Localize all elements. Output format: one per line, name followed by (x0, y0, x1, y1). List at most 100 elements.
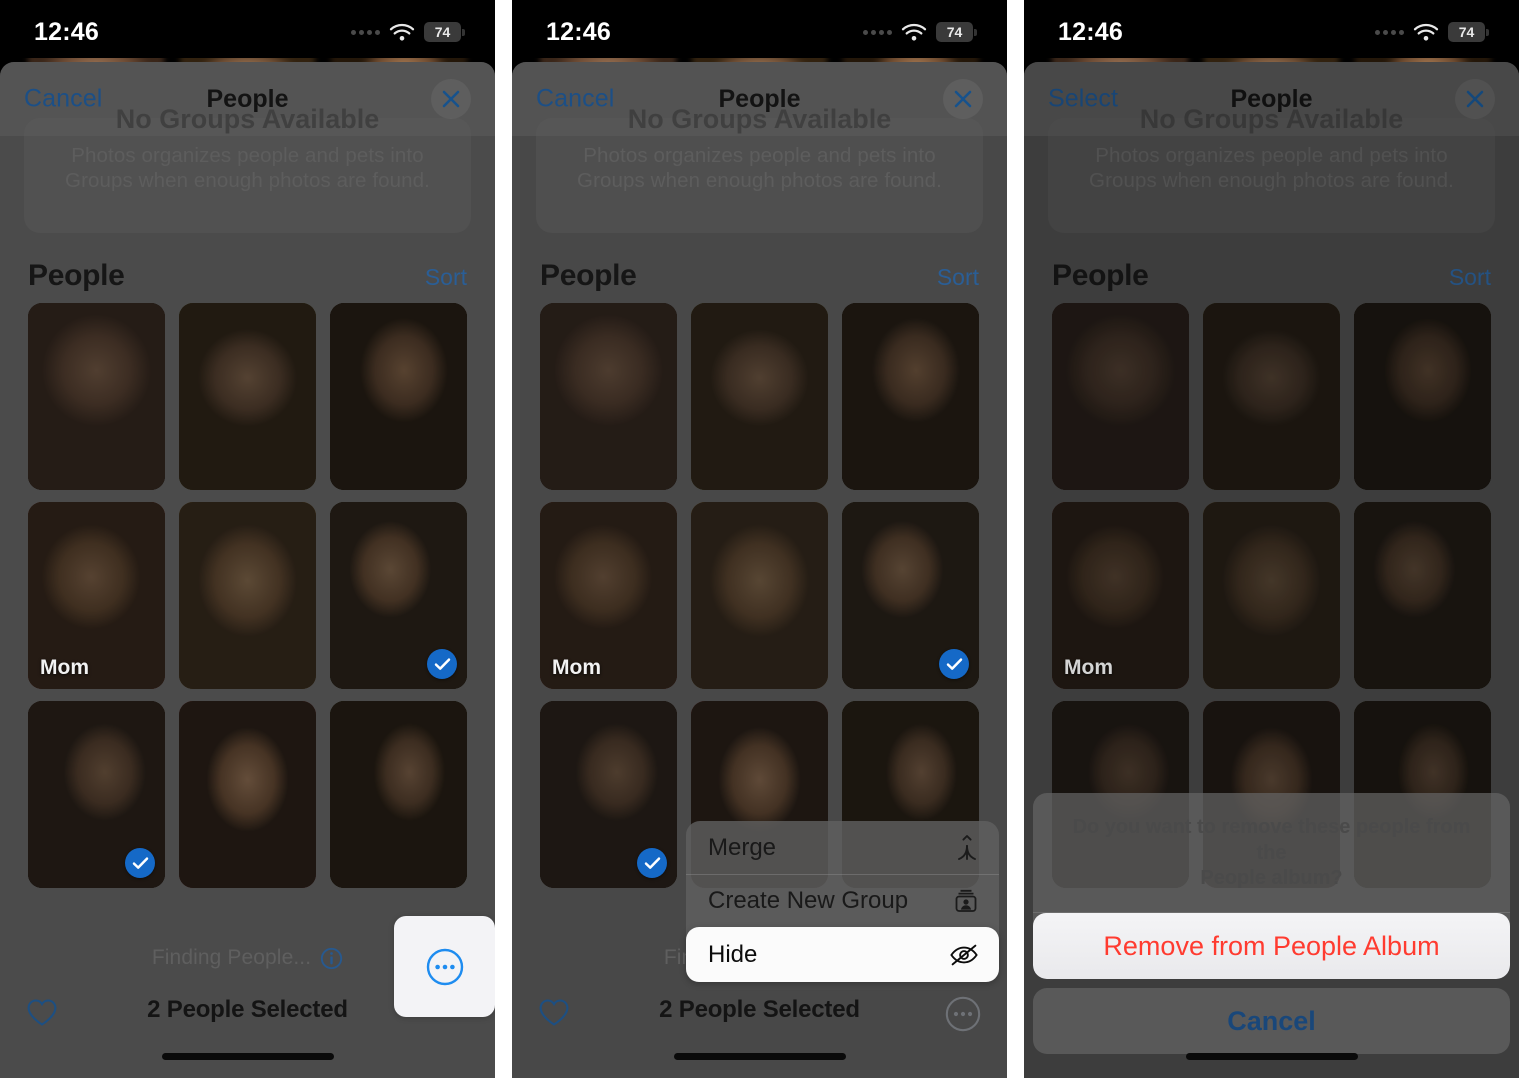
close-x-icon[interactable] (431, 79, 471, 119)
sheet-title: People (718, 84, 801, 113)
people-section-header: People Sort (512, 233, 1007, 303)
status-bar: 12:46 74 (0, 0, 495, 58)
person-cell[interactable] (28, 303, 165, 491)
person-cell[interactable] (540, 701, 677, 889)
more-ellipsis-circle-icon[interactable] (943, 994, 983, 1034)
sort-button[interactable]: Sort (937, 264, 979, 291)
cellular-signal-icon (351, 29, 380, 35)
person-cell[interactable] (28, 701, 165, 889)
cancel-button[interactable]: Cancel (536, 85, 614, 114)
no-groups-subtitle-line1: Photos organizes people and pets into (583, 144, 936, 167)
selection-count-label: 2 People Selected (659, 996, 860, 1023)
home-indicator (673, 1053, 846, 1060)
no-groups-subtitle-line2: Groups when enough photos are found. (65, 169, 430, 192)
people-section-title: People (540, 259, 637, 292)
battery-indicator: 74 (424, 22, 465, 42)
menu-item-label: Merge (708, 833, 777, 861)
menu-item-merge[interactable]: Merge (686, 821, 999, 874)
panel-1: 12:46 74 Cancel People Photos organizes … (0, 0, 495, 1078)
status-bar-time: 12:46 (546, 17, 611, 46)
selected-checkmark-icon (637, 848, 667, 879)
battery-level: 74 (946, 24, 963, 40)
status-bar-indicators: 74 (351, 16, 465, 42)
selection-toolbar: 2 People Selected (0, 916, 495, 1078)
remove-people-action-sheet: Do you want to remove these people from … (1033, 793, 1510, 1054)
panel-divider (495, 0, 512, 1078)
sheet-navigation-bar: Cancel People (512, 62, 1007, 136)
person-cell[interactable] (842, 303, 979, 491)
remove-from-people-album-button[interactable]: Remove from People Album (1033, 913, 1510, 979)
action-sheet-message: Do you want to remove these people from … (1033, 793, 1510, 913)
person-cell[interactable] (179, 303, 316, 491)
action-sheet-message-line2: People album? (1200, 867, 1343, 890)
cellular-signal-icon (863, 29, 892, 35)
person-cell[interactable] (540, 303, 677, 491)
selected-checkmark-icon (427, 649, 457, 680)
people-grid: Mom (512, 303, 1007, 889)
action-sheet-message-line1: Do you want to remove these people from … (1072, 816, 1471, 864)
person-cell[interactable] (330, 502, 467, 690)
panel-2: 12:46 74 Cancel People Photos organizes … (512, 0, 1007, 1078)
merge-arrow-icon (955, 834, 979, 861)
three-panel-screenshot: 12:46 74 Cancel People Photos organizes … (0, 0, 1524, 1078)
person-cell[interactable] (691, 303, 828, 491)
sheet-title: People (206, 84, 289, 113)
battery-indicator: 74 (1448, 22, 1489, 42)
battery-level: 74 (1458, 24, 1475, 40)
no-groups-subtitle-line1: Photos organizes people and pets into (71, 144, 424, 167)
person-cell[interactable] (842, 502, 979, 690)
menu-item-hide[interactable]: Hide (686, 927, 999, 982)
battery-level: 74 (434, 24, 451, 40)
sheet-navigation-bar: Cancel People (0, 62, 495, 136)
heart-icon[interactable] (538, 998, 570, 1032)
battery-indicator: 74 (936, 22, 977, 42)
status-bar: 12:46 74 (1024, 0, 1519, 58)
people-section-header: People Sort (0, 233, 495, 303)
context-menu: Merge Create New Group Hide (686, 821, 999, 982)
no-groups-subtitle-line2: Groups when enough photos are found. (577, 169, 942, 192)
cancel-button[interactable]: Cancel (24, 85, 102, 114)
menu-item-label: Create New Group (708, 887, 909, 914)
action-sheet-group: Do you want to remove these people from … (1033, 793, 1510, 979)
person-in-box-icon (953, 888, 979, 914)
people-grid: Mom (0, 303, 495, 889)
person-cell[interactable]: Mom (28, 502, 165, 690)
wifi-icon (389, 23, 415, 42)
person-cell[interactable] (691, 502, 828, 690)
person-cell[interactable] (179, 502, 316, 690)
eye-slash-icon (949, 943, 979, 967)
people-sheet: Select People No Groups Available Photos… (1024, 62, 1519, 1078)
person-name-label: Mom (552, 656, 601, 680)
person-cell[interactable] (330, 701, 467, 889)
panel-divider (1007, 0, 1024, 1078)
cellular-signal-icon (1375, 29, 1404, 35)
status-bar-indicators: 74 (1375, 16, 1489, 42)
status-bar-time: 12:46 (1058, 17, 1123, 46)
heart-icon[interactable] (26, 998, 58, 1032)
status-bar-time: 12:46 (34, 17, 99, 46)
person-cell[interactable] (330, 303, 467, 491)
person-name-label: Mom (40, 656, 89, 680)
panel-3: 12:46 74 Select People Photos organizes … (1024, 0, 1519, 1078)
status-bar-indicators: 74 (863, 16, 977, 42)
sort-button[interactable]: Sort (425, 264, 467, 291)
people-section-title: People (28, 259, 125, 292)
wifi-icon (901, 23, 927, 42)
home-indicator (161, 1053, 334, 1060)
home-indicator (1185, 1053, 1358, 1060)
menu-item-create-new-group[interactable]: Create New Group (686, 874, 999, 927)
more-ellipsis-circle-icon[interactable] (394, 916, 495, 1017)
close-x-icon[interactable] (943, 79, 983, 119)
menu-item-label: Hide (708, 940, 758, 968)
wifi-icon (1413, 23, 1439, 42)
selected-checkmark-icon (125, 848, 155, 879)
person-cell[interactable] (179, 701, 316, 889)
finding-people-label: Finding People... (151, 946, 312, 969)
status-bar: 12:46 74 (512, 0, 1007, 58)
selection-toolbar: 2 People Selected (512, 972, 1007, 1078)
action-sheet-cancel-button[interactable]: Cancel (1033, 988, 1510, 1054)
selected-checkmark-icon (939, 649, 969, 680)
info-circle-icon[interactable] (320, 947, 343, 970)
people-sheet: Cancel People No Groups Available Photos… (512, 62, 1007, 1078)
person-cell[interactable]: Mom (540, 502, 677, 690)
